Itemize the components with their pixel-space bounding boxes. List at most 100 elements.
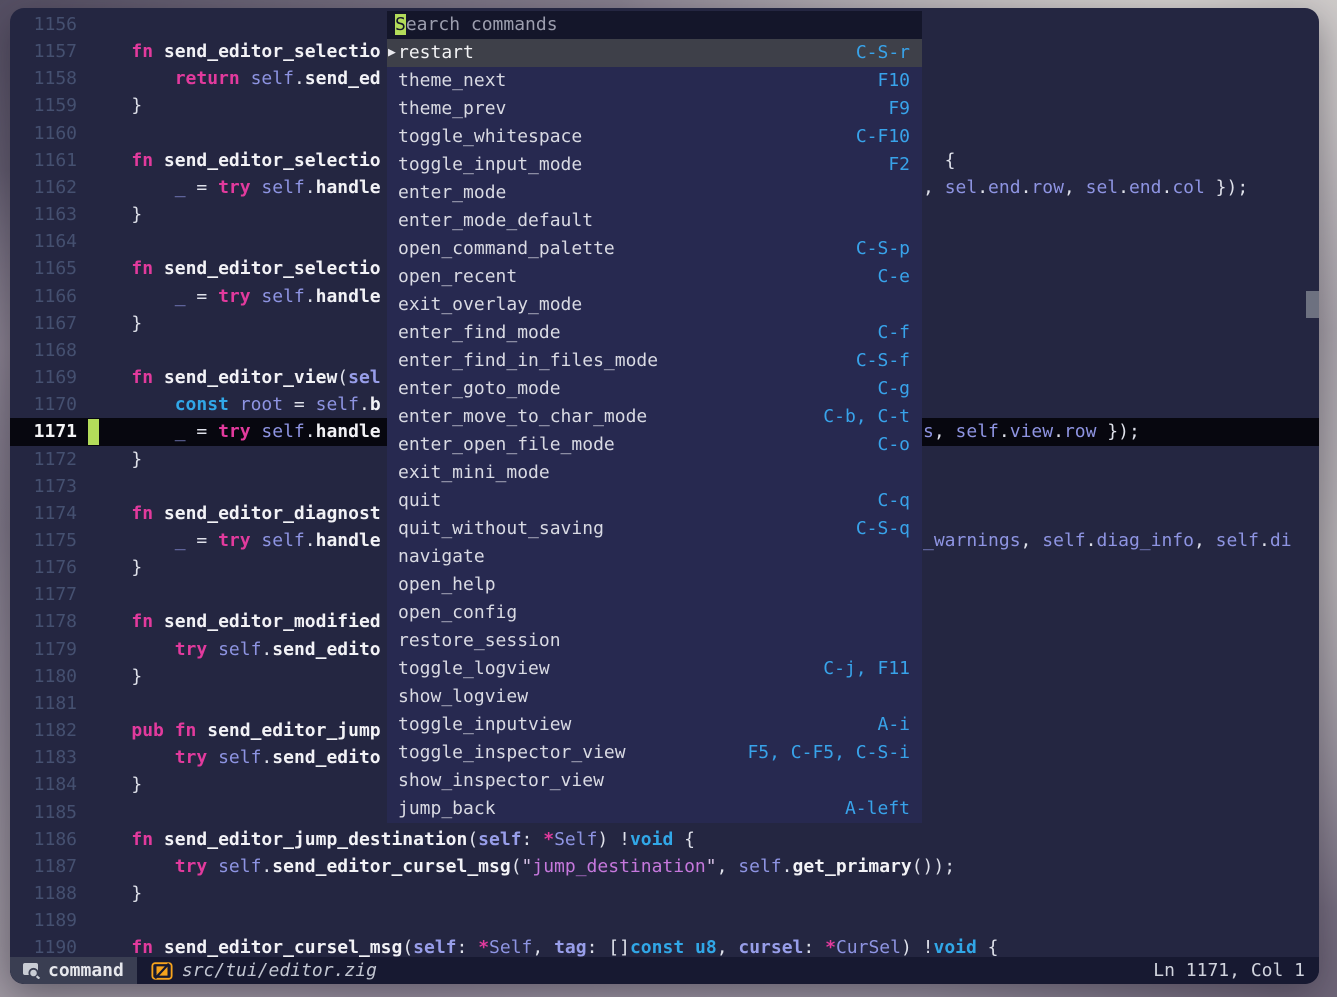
mode-label: command	[48, 960, 124, 981]
palette-item[interactable]: exit_overlay_mode	[387, 291, 922, 319]
code-text: fn send_editor_selectio	[88, 38, 381, 66]
line-number: 1161	[10, 147, 77, 175]
line-number: 1171	[10, 418, 77, 446]
command-label: enter_find_mode	[398, 319, 561, 347]
palette-item[interactable]: enter_find_in_files_modeC-S-f	[387, 347, 922, 375]
code-text-fragment: {	[923, 147, 956, 175]
code-text-fragment: , sel.end.row, sel.end.col });	[923, 174, 1248, 202]
palette-item[interactable]: toggle_whitespaceC-F10	[387, 123, 922, 151]
text-cursor: S	[395, 14, 406, 35]
keybinding-label: C-b, C-t	[823, 403, 910, 431]
palette-item[interactable]: exit_mini_mode	[387, 459, 922, 487]
code-text: _ = try self.handle	[88, 418, 381, 446]
line-number: 1189	[10, 907, 77, 935]
command-label: enter_open_file_mode	[398, 431, 615, 459]
code-text: }	[88, 201, 142, 229]
file-indicator: src/tui/editor.zig	[151, 960, 377, 982]
command-label: enter_find_in_files_mode	[398, 347, 658, 375]
line-number: 1165	[10, 255, 77, 283]
keybinding-label: C-S-r	[856, 39, 910, 67]
code-text: _ = try self.handle	[88, 283, 381, 311]
line-number: 1166	[10, 283, 77, 311]
line-number: 1168	[10, 337, 77, 365]
palette-item[interactable]: toggle_inspector_viewF5, C-F5, C-S-i	[387, 739, 922, 767]
palette-item[interactable]: restore_session	[387, 627, 922, 655]
palette-item[interactable]: enter_goto_modeC-g	[387, 375, 922, 403]
palette-search-placeholder: earch commands	[406, 14, 558, 35]
palette-item[interactable]: ▶restartC-S-r	[387, 39, 922, 67]
keybinding-label: C-g	[877, 375, 910, 403]
palette-item[interactable]: show_logview	[387, 683, 922, 711]
palette-search-input[interactable]: Search commands	[387, 11, 922, 39]
command-label: toggle_whitespace	[398, 123, 582, 151]
keybinding-label: A-i	[877, 711, 910, 739]
scrollbar-thumb[interactable]	[1306, 291, 1319, 318]
line-number: 1164	[10, 228, 77, 256]
keybinding-label: F9	[888, 95, 910, 123]
keybinding-label: C-S-q	[856, 515, 910, 543]
keybinding-label: C-e	[877, 263, 910, 291]
code-text: }	[88, 446, 142, 474]
code-text: }	[88, 554, 142, 582]
palette-item[interactable]: enter_open_file_modeC-o	[387, 431, 922, 459]
code-text: fn send_editor_selectio	[88, 147, 381, 175]
code-text: try self.send_edito	[88, 636, 381, 664]
code-text: pub fn send_editor_jump	[88, 717, 381, 745]
keybinding-label: C-f	[877, 319, 910, 347]
mode-indicator[interactable]: command	[10, 957, 137, 984]
command-label: enter_move_to_char_mode	[398, 403, 647, 431]
code-text: _ = try self.handle	[88, 527, 381, 555]
selected-item-marker: ▶	[388, 39, 396, 67]
line-number: 1173	[10, 473, 77, 501]
line-number: 1175	[10, 527, 77, 555]
code-text: try self.send_edito	[88, 744, 381, 772]
palette-item[interactable]: jump_backA-left	[387, 795, 922, 823]
command-search-icon	[22, 962, 41, 979]
code-text: }	[88, 310, 142, 338]
line-number: 1160	[10, 120, 77, 148]
line-number: 1181	[10, 690, 77, 718]
palette-item[interactable]: quit_without_savingC-S-q	[387, 515, 922, 543]
palette-item[interactable]: toggle_logviewC-j, F11	[387, 655, 922, 683]
palette-item[interactable]: toggle_input_modeF2	[387, 151, 922, 179]
cursor-position: Ln 1171, Col 1	[1153, 960, 1319, 981]
command-label: open_command_palette	[398, 235, 615, 263]
line-number: 1162	[10, 174, 77, 202]
line-number: 1180	[10, 663, 77, 691]
palette-item[interactable]: enter_mode_default	[387, 207, 922, 235]
command-label: enter_mode_default	[398, 207, 593, 235]
palette-item[interactable]: show_inspector_view	[387, 767, 922, 795]
keybinding-label: F5, C-F5, C-S-i	[747, 739, 910, 767]
palette-item[interactable]: open_command_palette C-S-p	[387, 235, 922, 263]
palette-item[interactable]: open_config	[387, 599, 922, 627]
code-text: try self.send_editor_cursel_msg("jump_de…	[88, 853, 955, 881]
palette-item[interactable]: toggle_inputviewA-i	[387, 711, 922, 739]
palette-item[interactable]: enter_move_to_char_mode C-b, C-t	[387, 403, 922, 431]
code-line[interactable]: 1187 try self.send_editor_cursel_msg("ju…	[10, 853, 1319, 881]
line-number: 1188	[10, 880, 77, 908]
code-line[interactable]: 1188 }	[10, 880, 1319, 908]
code-line[interactable]: 1189	[10, 907, 1319, 935]
code-text: _ = try self.handle	[88, 174, 381, 202]
code-text: }	[88, 880, 142, 908]
palette-item[interactable]: navigate	[387, 543, 922, 571]
line-number: 1172	[10, 446, 77, 474]
command-label: quit	[398, 487, 441, 515]
command-label: show_logview	[398, 683, 528, 711]
code-text: return self.send_ed	[88, 65, 381, 93]
code-text: fn send_editor_view(sel	[88, 364, 381, 392]
palette-item[interactable]: theme_prevF9	[387, 95, 922, 123]
palette-item[interactable]: quitC-q	[387, 487, 922, 515]
keybinding-label: C-j, F11	[823, 655, 910, 683]
palette-item[interactable]: enter_mode	[387, 179, 922, 207]
palette-item[interactable]: theme_nextF10	[387, 67, 922, 95]
palette-item[interactable]: open_recentC-e	[387, 263, 922, 291]
palette-item[interactable]: open_help	[387, 571, 922, 599]
code-line[interactable]: 1186 fn send_editor_jump_destination(sel…	[10, 826, 1319, 854]
line-number: 1159	[10, 92, 77, 120]
command-label: restore_session	[398, 627, 561, 655]
code-text: fn send_editor_diagnost	[88, 500, 381, 528]
line-number: 1187	[10, 853, 77, 881]
keybinding-label: C-S-p	[856, 235, 910, 263]
palette-item[interactable]: enter_find_mode C-f	[387, 319, 922, 347]
